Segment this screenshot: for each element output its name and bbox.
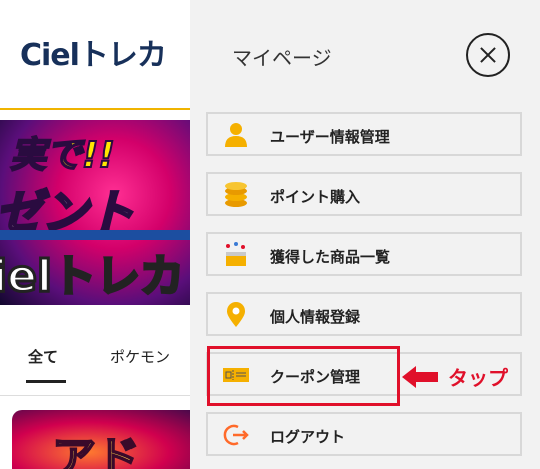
coins-icon (225, 182, 247, 207)
site-logo[interactable]: Cielトレカ (20, 30, 167, 74)
category-tabs: 全て ポケモン (0, 318, 190, 388)
tab-pokemon[interactable]: ポケモン (110, 346, 170, 367)
user-icon (225, 123, 247, 147)
product-card-text: アド (51, 432, 141, 469)
tabs-divider (0, 395, 190, 396)
menu-item-label: ユーザー情報管理 (270, 128, 390, 146)
promo-banner[interactable]: 実で!! ゼント ielトレカ (0, 120, 190, 305)
menu-item-personal-info[interactable]: 個人情報登録 (206, 292, 522, 336)
banner-text-1: 実で!! (9, 134, 116, 177)
tap-annotation: タップ (448, 366, 508, 390)
close-icon[interactable] (466, 33, 510, 77)
arrow-left-icon (402, 366, 438, 388)
menu-item-label: 個人情報登録 (270, 308, 361, 326)
coupon-highlight-box (207, 346, 400, 406)
menu-item-logout[interactable]: ログアウト (206, 412, 522, 456)
background-site: Cielトレカ 実で!! ゼント ielトレカ 全て ポケモン アド (0, 0, 190, 469)
logout-icon (223, 424, 249, 446)
menu-item-label: 獲得した商品一覧 (270, 248, 391, 266)
drawer-title: マイページ (232, 46, 332, 70)
menu-item-label: ログアウト (270, 428, 346, 446)
tab-all[interactable]: 全て (28, 346, 58, 367)
banner-text-3: ielトレカ (0, 250, 186, 304)
header-divider (0, 108, 190, 110)
product-card[interactable]: アド (12, 410, 190, 469)
prize-box-icon (226, 242, 246, 266)
location-pin-icon (227, 302, 245, 327)
menu-item-user-info[interactable]: ユーザー情報管理 (206, 112, 522, 156)
menu-item-label: ポイント購入 (270, 188, 361, 206)
menu-item-point-purchase[interactable]: ポイント購入 (206, 172, 522, 216)
tab-active-indicator (26, 380, 66, 383)
banner-stripe (0, 230, 190, 240)
menu-item-won-products[interactable]: 獲得した商品一覧 (206, 232, 522, 276)
